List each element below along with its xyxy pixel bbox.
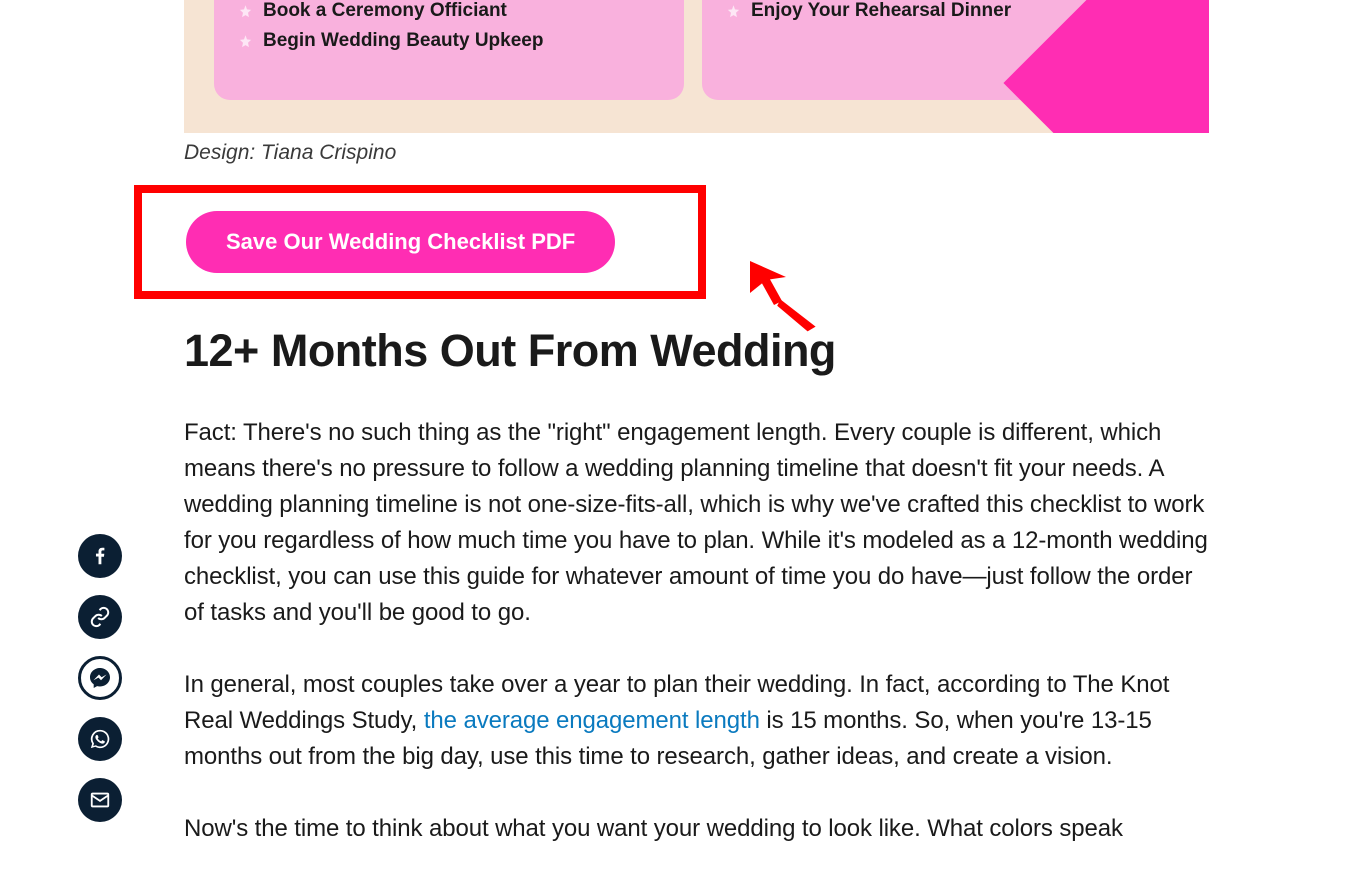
annotation-highlight-box: Save Our Wedding Checklist PDF <box>134 185 706 299</box>
annotation-cursor-arrow-icon <box>742 253 822 333</box>
section-heading: 12+ Months Out From Wedding <box>184 325 1209 377</box>
body-paragraph: Now's the time to think about what you w… <box>184 811 1209 847</box>
image-credit: Design: Tiana Crispino <box>184 141 1209 165</box>
share-rail <box>78 534 122 822</box>
copy-link-button[interactable] <box>78 595 122 639</box>
facebook-icon <box>89 545 111 567</box>
share-messenger-button[interactable] <box>78 656 122 700</box>
checklist-item-label: Enjoy Your Rehearsal Dinner <box>751 0 1011 22</box>
checklist-item-label: Begin Wedding Beauty Upkeep <box>263 30 543 52</box>
star-icon <box>726 4 741 19</box>
email-icon <box>89 789 111 811</box>
messenger-icon <box>88 666 112 690</box>
share-facebook-button[interactable] <box>78 534 122 578</box>
star-icon <box>238 34 253 49</box>
body-paragraph: Fact: There's no such thing as the "righ… <box>184 415 1209 631</box>
star-icon <box>238 4 253 19</box>
checklist-infographic: Book a Ceremony Officiant Begin Wedding … <box>184 0 1209 133</box>
checklist-item-label: Book a Ceremony Officiant <box>263 0 507 22</box>
engagement-length-link[interactable]: the average engagement length <box>424 707 760 734</box>
checklist-item: Begin Wedding Beauty Upkeep <box>238 30 660 52</box>
save-checklist-pdf-button[interactable]: Save Our Wedding Checklist PDF <box>186 211 615 273</box>
link-icon <box>89 606 111 628</box>
checklist-item: Book a Ceremony Officiant <box>238 0 660 22</box>
body-paragraph: In general, most couples take over a yea… <box>184 667 1209 775</box>
whatsapp-icon <box>89 728 111 750</box>
checklist-column-left: Book a Ceremony Officiant Begin Wedding … <box>214 0 684 100</box>
share-email-button[interactable] <box>78 778 122 822</box>
share-whatsapp-button[interactable] <box>78 717 122 761</box>
